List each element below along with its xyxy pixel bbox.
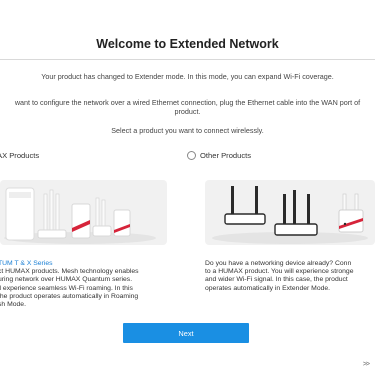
other-desc-line: to a HUMAX product. You will experience …	[205, 268, 354, 276]
other-desc-line: and wider Wi-Fi signal. In this case, th…	[205, 276, 348, 284]
wired-info-text: want to configure the network over a wir…	[14, 98, 361, 107]
humax-series-title: TUM T & X Series	[0, 260, 53, 267]
other-products-label: Other Products	[200, 151, 252, 160]
third-party-router-illustration	[212, 186, 368, 244]
more-arrows-link[interactable]: >>	[363, 361, 370, 368]
wired-info-text-cont: product.	[174, 107, 201, 116]
select-instruction: Select a product you want to connect wir…	[111, 126, 264, 135]
other-desc-line: operates automatically in Extender Mode.	[205, 284, 331, 292]
mode-info-text: Your product has changed to Extender mod…	[41, 72, 334, 81]
other-products-option[interactable]: Other Products	[187, 151, 251, 160]
humax-products-option[interactable]: AX Products	[0, 151, 39, 160]
title-divider	[0, 59, 375, 60]
humax-card-text: TUM T & X Series ct HUMAX products. Mesh…	[0, 260, 168, 309]
page-title: Welcome to Extended Network	[96, 37, 279, 51]
humax-desc-line: sh Mode.	[0, 301, 26, 309]
humax-desc-line: the product operates automatically in Ro…	[0, 292, 139, 300]
other-products-radio[interactable]	[187, 151, 196, 160]
humax-desc-line: ct HUMAX products. Mesh technology enabl…	[0, 268, 139, 276]
humax-desc-line: ll experience seamless Wi-Fi roaming. In…	[0, 284, 133, 292]
humax-desc-line: uring network over HUMAX Quantum series.	[0, 276, 133, 284]
other-card-text: Do you have a networking device already?…	[205, 260, 375, 293]
other-products-image[interactable]	[205, 180, 375, 245]
humax-products-label: AX Products	[0, 151, 40, 160]
humax-products-image[interactable]	[0, 180, 167, 245]
mesh-router-illustration	[4, 187, 156, 244]
next-button[interactable]: Next	[123, 323, 249, 343]
other-desc-line: Do you have a networking device already?…	[205, 260, 352, 267]
